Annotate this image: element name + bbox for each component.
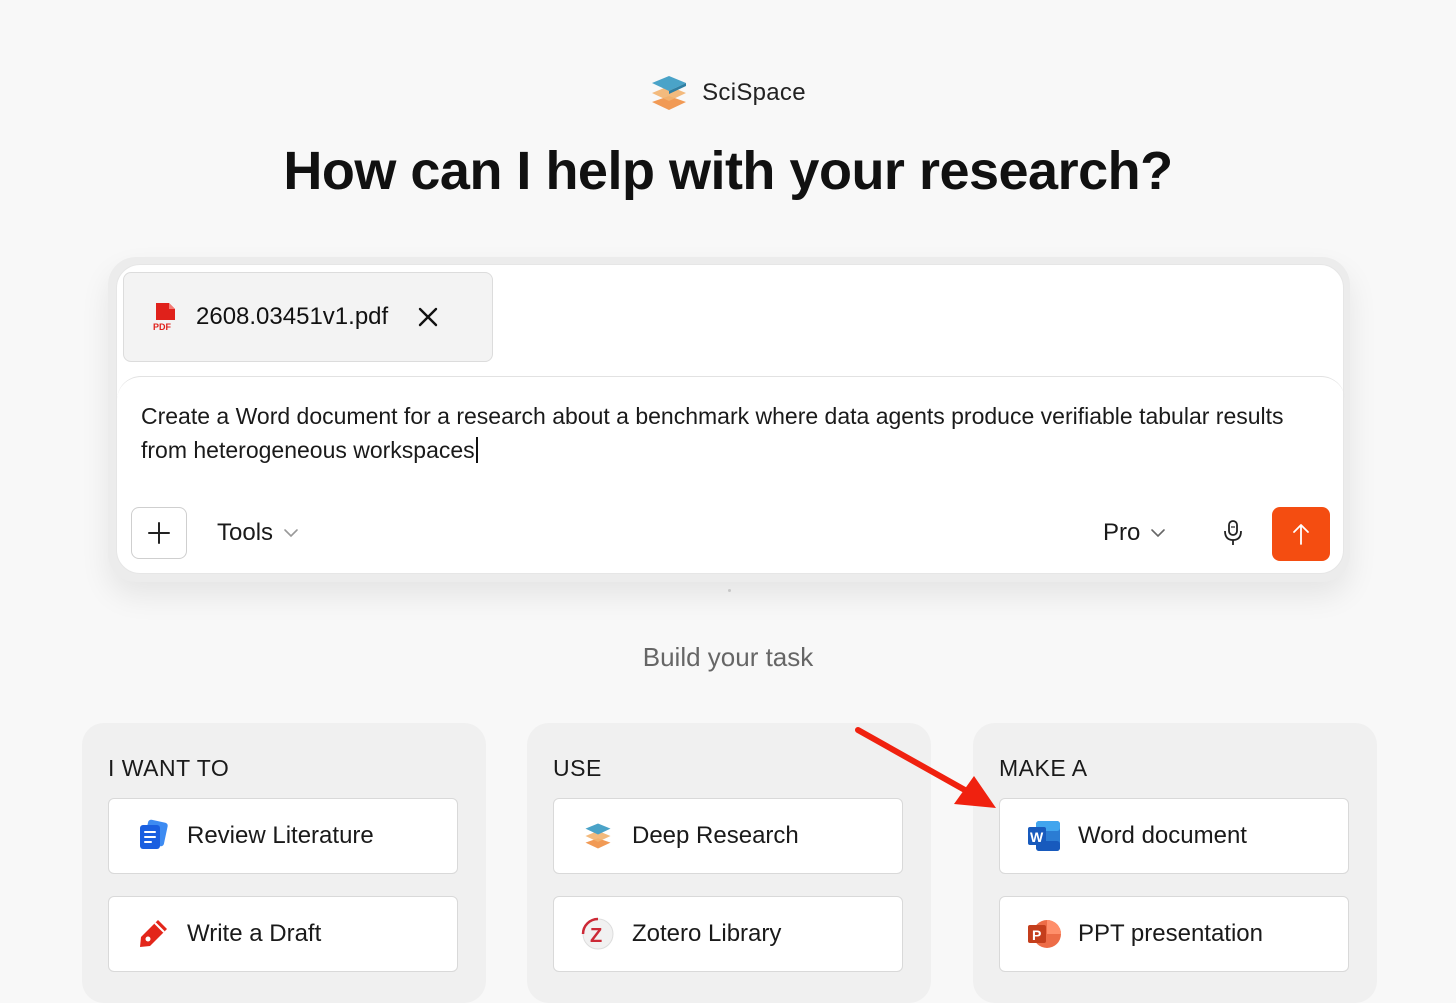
- option-label: PPT presentation: [1078, 920, 1264, 947]
- card-use: USE Deep Research Z Zotero Library: [527, 723, 931, 1003]
- svg-text:P: P: [1032, 927, 1041, 943]
- tools-dropdown[interactable]: Tools: [217, 513, 299, 553]
- svg-text:W: W: [1030, 829, 1044, 845]
- section-title: Build your task: [642, 642, 814, 672]
- pdf-file-type: PDF: [153, 322, 172, 332]
- option-write-a-draft[interactable]: Write a Draft: [108, 896, 458, 972]
- option-review-literature[interactable]: Review Literature: [108, 798, 458, 874]
- option-zotero-library[interactable]: Z Zotero Library: [553, 896, 903, 972]
- review-literature-icon: [135, 818, 171, 854]
- microphone-icon: [1224, 520, 1242, 545]
- card-title: I WANT TO: [108, 755, 230, 781]
- zotero-icon: Z: [580, 916, 616, 952]
- pen-icon: [135, 916, 171, 952]
- chevron-down-icon: [284, 529, 298, 538]
- prompt-input[interactable]: Create a Word document for a research ab…: [117, 376, 1345, 574]
- prompt-composer: PDF 2608.03451v1.pdf Create a Word docum…: [116, 264, 1345, 574]
- scispace-logo-icon: [652, 76, 687, 110]
- option-deep-research[interactable]: Deep Research: [553, 798, 903, 874]
- divider-dot: [728, 589, 731, 592]
- brand-name: SciSpace: [702, 79, 806, 106]
- option-word-document[interactable]: W Word document: [999, 798, 1349, 874]
- option-label: Review Literature: [187, 822, 374, 849]
- prompt-input-text[interactable]: Create a Word document for a research ab…: [141, 399, 1321, 467]
- close-icon[interactable]: [416, 305, 440, 329]
- arrow-up-icon: [1293, 524, 1309, 545]
- option-label: Word document: [1078, 822, 1247, 849]
- option-ppt-presentation[interactable]: P PPT presentation: [999, 896, 1349, 972]
- pdf-file-icon: PDF: [153, 303, 175, 332]
- scispace-logo-icon: [580, 818, 616, 854]
- model-label: Pro: [1103, 519, 1141, 546]
- card-make-a: MAKE A W Word document P PPT presentatio…: [973, 723, 1377, 1003]
- option-label: Deep Research: [632, 822, 799, 849]
- text-caret: [475, 437, 478, 463]
- attachment-chip: PDF 2608.03451v1.pdf: [123, 272, 493, 362]
- tools-label: Tools: [217, 519, 274, 546]
- microphone-button[interactable]: [1217, 517, 1249, 549]
- word-icon: W: [1026, 818, 1062, 854]
- powerpoint-icon: P: [1026, 916, 1062, 952]
- chevron-down-icon: [1151, 529, 1166, 538]
- brand-header: SciSpace: [0, 74, 1456, 112]
- option-label: Write a Draft: [187, 920, 322, 947]
- card-title: USE: [553, 755, 602, 781]
- card-i-want-to: I WANT TO Review Literature Write a Draf…: [82, 723, 486, 1003]
- send-button[interactable]: [1272, 507, 1330, 561]
- add-attachment-button[interactable]: [131, 507, 187, 559]
- plus-icon: [148, 522, 170, 544]
- option-label: Zotero Library: [632, 920, 782, 947]
- attachment-file-name: 2608.03451v1.pdf: [196, 303, 389, 330]
- model-selector-dropdown[interactable]: Pro: [1103, 513, 1166, 553]
- card-title: MAKE A: [999, 755, 1088, 781]
- page-title: How can I help with your research?: [283, 141, 1173, 201]
- svg-text:Z: Z: [590, 925, 602, 947]
- prompt-text-value: Create a Word document for a research ab…: [141, 403, 1284, 463]
